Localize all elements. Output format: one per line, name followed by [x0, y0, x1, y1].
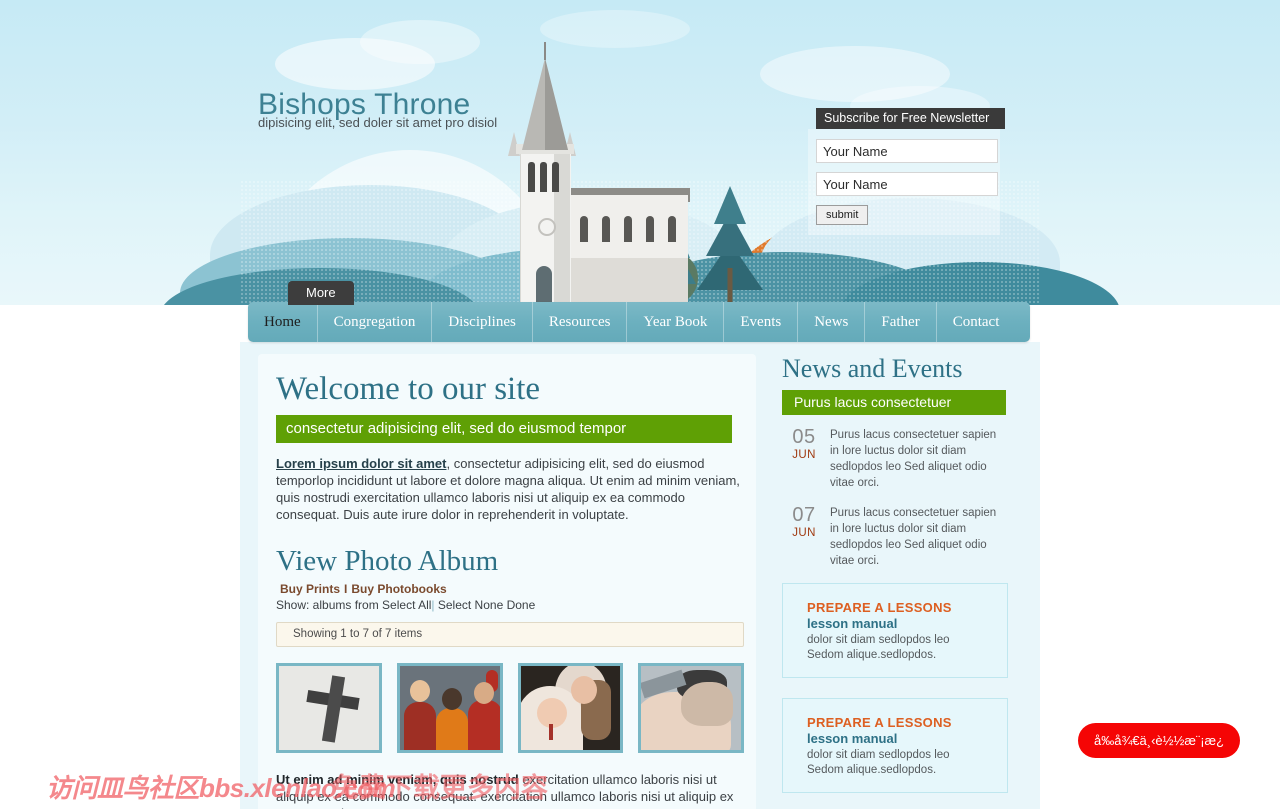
link-separator: I	[344, 581, 348, 596]
lesson-line-2: Sedom alique.sedlopdos.	[807, 649, 937, 661]
nav-item-news[interactable]: News	[798, 302, 866, 342]
event-item[interactable]: 07 JUN Purus lacus consectetuer sapien i…	[782, 505, 1008, 569]
nav-item-events[interactable]: Events	[724, 302, 799, 342]
items-count-bar: Showing 1 to 7 of 7 items	[276, 621, 744, 647]
welcome-subtitle-bar: consectetur adipisicing elit, sed do eiu…	[276, 414, 732, 443]
cloud-icon	[360, 20, 480, 64]
news-events-heading: News and Events	[782, 354, 963, 383]
event-date: 05 JUN	[782, 427, 826, 491]
newsletter-submit-button[interactable]: submit	[816, 205, 869, 225]
photo-thumbnail-hands[interactable]	[638, 662, 744, 753]
nav-item-contact[interactable]: Contact	[937, 302, 1016, 342]
page-title: Welcome to our site	[276, 371, 541, 407]
pine-tree-icon	[695, 186, 765, 302]
news-subtitle-bar: Purus lacus consectetuer	[782, 390, 1006, 415]
photo-thumbnail-embrace[interactable]	[517, 662, 624, 753]
lesson-line-1: dolor sit diam sedlopdos leo	[807, 634, 950, 646]
select-all-link[interactable]: Select All	[382, 598, 431, 612]
event-month: JUN	[792, 527, 816, 539]
newsletter-heading: Subscribe for Free Newsletter	[816, 108, 1005, 129]
sidebar: News and Events Purus lacus consectetuer…	[778, 354, 1022, 809]
event-month: JUN	[792, 449, 816, 461]
lesson-line-2: Sedom alique.sedlopdos.	[807, 764, 937, 776]
photo-thumbnail-grid	[276, 662, 744, 753]
download-template-button[interactable]: å‰å¾€ä¸‹è½½æ¨¡æ¿	[1078, 723, 1241, 758]
album-filter-row: Show: albums from Select All| Select Non…	[276, 598, 744, 612]
lesson-promo-box[interactable]: PREPARE A LESSONS lesson manual dolor si…	[782, 698, 1008, 793]
nav-item-father[interactable]: Father	[865, 302, 937, 342]
select-none-done-link[interactable]: Select None Done	[435, 598, 535, 612]
bottom-paragraph-bold: Ut enim ad minim veniam, quis nostrud	[276, 771, 519, 787]
welcome-paragraph: Lorem ipsum dolor sit amet, consectetur …	[276, 455, 744, 523]
event-date: 07 JUN	[782, 505, 826, 569]
event-item[interactable]: 05 JUN Purus lacus consectetuer sapien i…	[782, 427, 1008, 491]
lesson-title: lesson manual	[807, 616, 898, 631]
nav-item-disciplines[interactable]: Disciplines	[432, 302, 533, 342]
site-tagline: dipisicing elit, sed doler sit amet pro …	[258, 115, 498, 130]
newsletter-form: submit	[808, 129, 1000, 235]
event-day: 05	[792, 426, 816, 448]
album-purchase-links: Buy Prints I Buy Photobooks	[280, 582, 744, 596]
photo-album-heading: View Photo Album	[276, 544, 499, 577]
lesson-promo-box[interactable]: PREPARE A LESSONS lesson manual dolor si…	[782, 583, 1008, 678]
church-illustration-icon	[480, 40, 700, 305]
nav-item-year-book[interactable]: Year Book	[627, 302, 725, 342]
page-root: Bishops Throne dipisicing elit, sed dole…	[0, 0, 1280, 809]
lorem-ipsum-link[interactable]: Lorem ipsum dolor sit amet	[276, 456, 446, 471]
main-column: Welcome to our site consectetur adipisic…	[258, 354, 756, 809]
event-description: Purus lacus consectetuer sapien in lore …	[830, 429, 997, 489]
main-navigation: Home Congregation Disciplines Resources …	[248, 302, 1030, 342]
nav-item-congregation[interactable]: Congregation	[318, 302, 433, 342]
event-day: 07	[792, 504, 816, 526]
photo-thumbnail-cross[interactable]	[276, 662, 382, 753]
more-button[interactable]: More	[288, 281, 354, 305]
lesson-kicker: PREPARE A LESSONS	[807, 600, 952, 615]
buy-prints-link[interactable]: Buy Prints	[280, 582, 340, 596]
photo-thumbnail-children[interactable]	[396, 662, 503, 753]
newsletter-email-input[interactable]	[816, 172, 998, 196]
bottom-paragraph: Ut enim ad minim veniam, quis nostrud ex…	[276, 771, 744, 809]
nav-item-resources[interactable]: Resources	[533, 302, 628, 342]
hero-banner: Bishops Throne dipisicing elit, sed dole…	[0, 0, 1280, 305]
event-description: Purus lacus consectetuer sapien in lore …	[830, 507, 997, 567]
content-area: Welcome to our site consectetur adipisic…	[240, 342, 1040, 809]
newsletter-name-input[interactable]	[816, 139, 998, 163]
buy-photobooks-link[interactable]: Buy Photobooks	[351, 582, 446, 596]
album-show-prefix: Show: albums from	[276, 597, 383, 612]
newsletter-widget: Subscribe for Free Newsletter submit	[808, 108, 1005, 235]
lesson-title: lesson manual	[807, 731, 898, 746]
nav-item-home[interactable]: Home	[248, 302, 318, 342]
lesson-line-1: dolor sit diam sedlopdos leo	[807, 749, 950, 761]
lesson-kicker: PREPARE A LESSONS	[807, 715, 952, 730]
